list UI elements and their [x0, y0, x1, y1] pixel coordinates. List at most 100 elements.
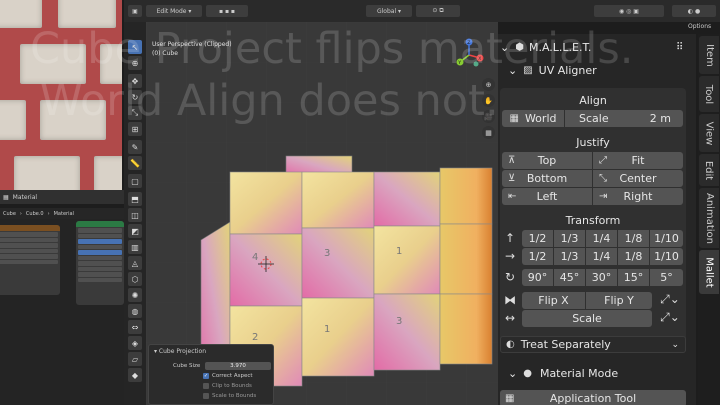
- node-editor[interactable]: [0, 219, 124, 405]
- justify-bottom-button[interactable]: ⊻ Bottom: [502, 170, 592, 187]
- grid-view-icon[interactable]: ▦: [482, 126, 495, 139]
- rotate-45-button[interactable]: 45°: [554, 269, 585, 286]
- scale-tool-icon[interactable]: ⤡: [128, 106, 142, 120]
- tab-animation[interactable]: Animation: [699, 188, 719, 248]
- tab-view[interactable]: View: [699, 114, 719, 152]
- rotate-tool-icon[interactable]: ↻: [128, 90, 142, 104]
- flip-x-button[interactable]: Flip X: [522, 292, 585, 309]
- svg-text:3: 3: [324, 248, 330, 259]
- smooth-tool-icon[interactable]: ◍: [128, 304, 142, 318]
- svg-text:3: 3: [396, 316, 402, 327]
- overlay-buttons[interactable]: ◉ ◎ ▣: [594, 5, 664, 17]
- justify-fit-button[interactable]: ⤢ Fit: [593, 152, 683, 169]
- loop-cut-tool-icon[interactable]: ▥: [128, 240, 142, 254]
- shrink-tool-icon[interactable]: ◈: [128, 336, 142, 350]
- snap-buttons[interactable]: ⊙ ⧉: [416, 5, 460, 17]
- poly-build-tool-icon[interactable]: ⬡: [128, 272, 142, 286]
- uv-aligner-header[interactable]: ⌄ ▨ UV Aligner: [508, 59, 597, 81]
- move-up-1-4-button[interactable]: 1/4: [586, 230, 617, 247]
- shear-tool-icon[interactable]: ▱: [128, 352, 142, 366]
- uv-icon: ▨: [523, 64, 533, 76]
- move-right-1-8-button[interactable]: 1/8: [618, 248, 649, 265]
- svg-text:1: 1: [324, 324, 330, 335]
- cube-size-field[interactable]: 3.970: [205, 362, 271, 370]
- bsdf-node[interactable]: [76, 221, 124, 305]
- chevron-down-icon: ⌄: [671, 339, 679, 350]
- tab-item[interactable]: Item: [699, 36, 719, 74]
- zoom-icon[interactable]: ⊕: [482, 78, 495, 91]
- inset-tool-icon[interactable]: ◫: [128, 208, 142, 222]
- move-right-1-3-button[interactable]: 1/3: [554, 248, 585, 265]
- move-tool-icon[interactable]: ✥: [128, 74, 142, 88]
- align-left-icon: ⇤: [508, 191, 517, 202]
- rotate-15-button[interactable]: 15°: [618, 269, 649, 286]
- select-mode-buttons[interactable]: ▪ ▪ ▪: [206, 5, 248, 17]
- select-tool-icon[interactable]: ↖: [128, 40, 142, 54]
- justify-top-button[interactable]: ⊼ Top: [502, 152, 592, 169]
- justify-left-button[interactable]: ⇤ Left: [502, 188, 592, 205]
- mallet-panel-header[interactable]: ⌄ ⬢ M.A.L.L.E.T. ⠿: [498, 36, 696, 58]
- camera-icon[interactable]: 🎥: [482, 110, 495, 123]
- node-editor-header: ▦ Material: [0, 190, 124, 204]
- application-tool-button[interactable]: ▦ Application Tool: [500, 390, 686, 405]
- transform-tool-icon[interactable]: ⊞: [128, 122, 142, 136]
- align-bottom-icon: ⊻: [508, 173, 516, 184]
- move-right-1-2-button[interactable]: 1/2: [522, 248, 553, 265]
- pan-hand-icon[interactable]: ✋: [482, 94, 495, 107]
- move-up-1-8-button[interactable]: 1/8: [618, 230, 649, 247]
- move-up-1-10-button[interactable]: 1/10: [650, 230, 683, 247]
- spin-tool-icon[interactable]: ✺: [128, 288, 142, 302]
- scale-dropdown-icon[interactable]: ⤢⌄: [658, 310, 682, 325]
- tab-edit[interactable]: Edit: [699, 154, 719, 186]
- world-align-button[interactable]: ▦ World: [502, 110, 564, 127]
- justify-right-button[interactable]: ⇥ Right: [593, 188, 683, 205]
- checker-icon: ▦: [505, 393, 515, 404]
- add-cube-tool-icon[interactable]: ▢: [128, 174, 142, 188]
- extrude-tool-icon[interactable]: ⬒: [128, 192, 142, 206]
- expand-dropdown-icon[interactable]: ⤢⌄: [658, 292, 682, 307]
- correct-aspect-checkbox[interactable]: ✓ Correct Aspect: [203, 372, 253, 380]
- viewport-header: ▣ Edit Mode ▾ ▪ ▪ ▪ Global ▾ ⊙ ⧉ ◉ ◎ ▣ ◐…: [124, 0, 720, 22]
- align-title: Align: [579, 94, 607, 107]
- tab-mallet[interactable]: Mallet: [699, 250, 719, 294]
- edge-slide-tool-icon[interactable]: ⇔: [128, 320, 142, 334]
- orientation-select[interactable]: Global ▾: [366, 5, 412, 17]
- editor-type-icon[interactable]: ▣: [128, 5, 142, 17]
- justify-center-button[interactable]: ⤡ Center: [593, 170, 683, 187]
- move-right-1-4-button[interactable]: 1/4: [586, 248, 617, 265]
- scale-field[interactable]: Scale 2 m: [565, 110, 683, 127]
- shading-buttons[interactable]: ◐ ●: [672, 5, 716, 17]
- align-top-icon: ⊼: [508, 155, 516, 166]
- svg-text:4: 4: [252, 252, 258, 263]
- cursor-tool-icon[interactable]: ⊕: [128, 56, 142, 70]
- image-texture-node[interactable]: [0, 225, 60, 295]
- navigation-gizmo[interactable]: X Y Z: [452, 38, 486, 72]
- knife-tool-icon[interactable]: ◬: [128, 256, 142, 270]
- rotate-90-button[interactable]: 90°: [522, 269, 553, 286]
- flip-y-button[interactable]: Flip Y: [586, 292, 652, 309]
- clip-to-bounds-checkbox[interactable]: Clip to Bounds: [203, 382, 252, 390]
- object-label: (0) Cube: [152, 50, 178, 57]
- editor-type-icon[interactable]: ▦: [3, 194, 9, 201]
- svg-text:2: 2: [252, 332, 258, 343]
- texture-preview: [0, 0, 122, 190]
- transform-title: Transform: [565, 214, 621, 227]
- annotate-tool-icon[interactable]: ✎: [128, 140, 142, 154]
- drag-handle-icon[interactable]: ⠿: [676, 42, 683, 53]
- treat-separately-dropdown[interactable]: ◐ Treat Separately ⌄: [500, 336, 686, 353]
- transform-scale-button[interactable]: Scale: [522, 310, 652, 327]
- material-mode-header[interactable]: ⌄ ● Material Mode: [508, 362, 618, 384]
- mode-select[interactable]: Edit Mode ▾: [146, 5, 202, 17]
- measure-tool-icon[interactable]: 📏: [128, 156, 142, 170]
- scale-to-bounds-checkbox[interactable]: Scale to Bounds: [203, 392, 256, 400]
- move-up-1-2-button[interactable]: 1/2: [522, 230, 553, 247]
- move-right-1-10-button[interactable]: 1/10: [650, 248, 683, 265]
- options-menu[interactable]: Options: [688, 23, 711, 30]
- rotate-30-button[interactable]: 30°: [586, 269, 617, 286]
- tab-tool[interactable]: Tool: [699, 76, 719, 112]
- rotate-5-button[interactable]: 5°: [650, 269, 683, 286]
- move-up-1-3-button[interactable]: 1/3: [554, 230, 585, 247]
- arrow-up-icon: ↑: [504, 231, 516, 245]
- bevel-tool-icon[interactable]: ◩: [128, 224, 142, 238]
- rip-tool-icon[interactable]: ◆: [128, 368, 142, 382]
